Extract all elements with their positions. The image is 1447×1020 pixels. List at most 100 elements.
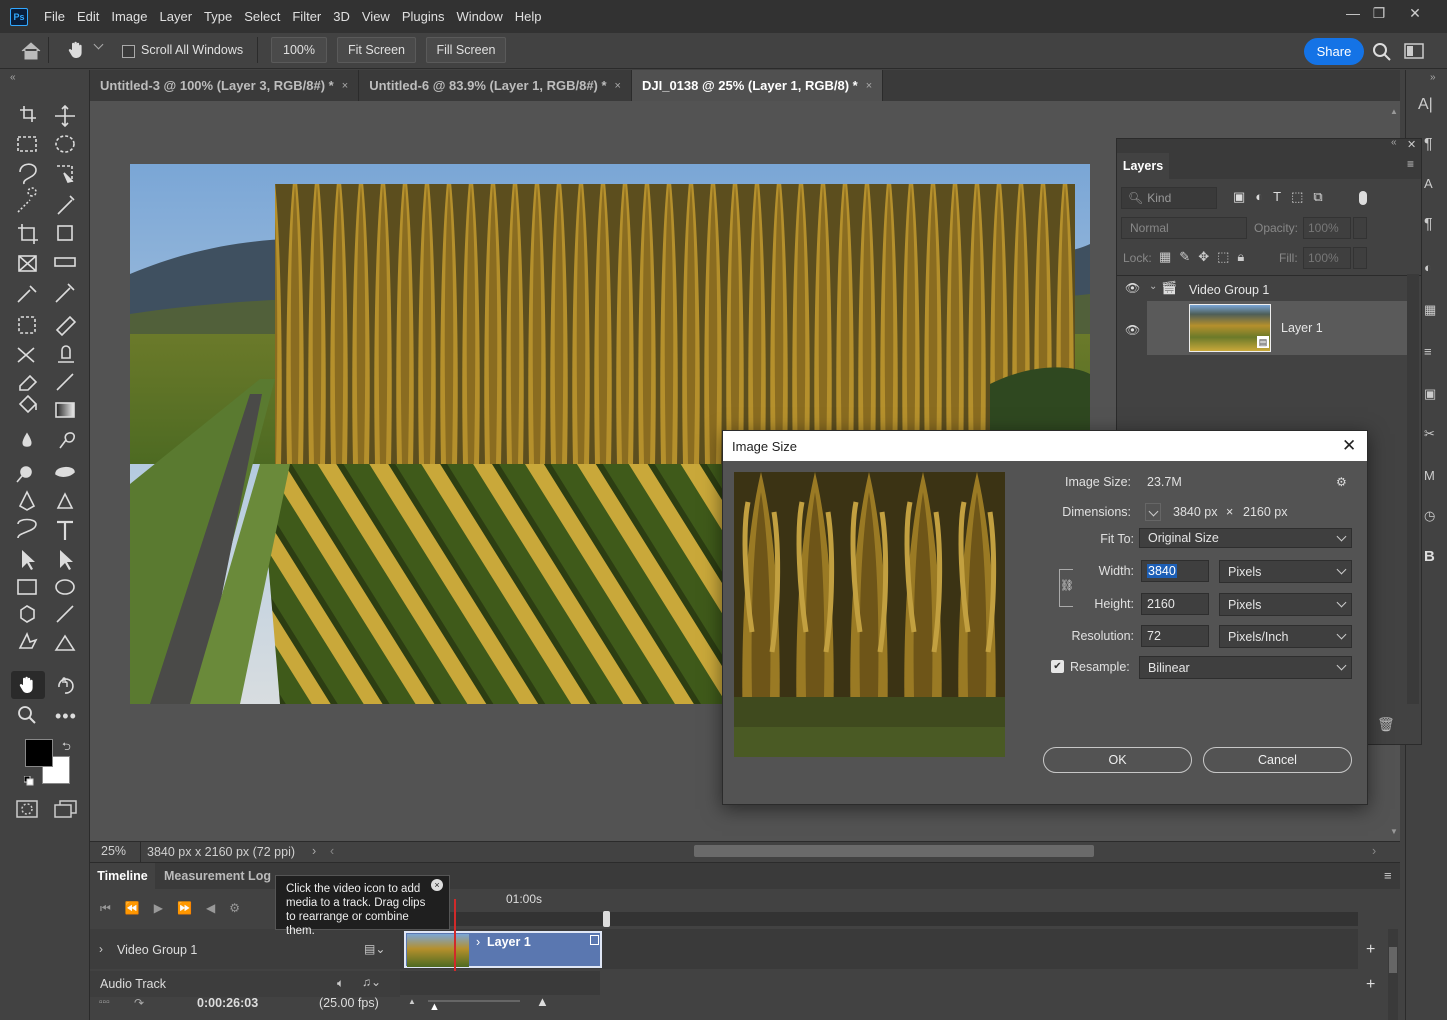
- restore-icon[interactable]: ❐: [1361, 0, 1397, 26]
- visibility-eye-icon[interactable]: 👁︎: [1125, 281, 1140, 295]
- time-ruler[interactable]: [453, 889, 1358, 911]
- menu-3d[interactable]: 3D: [327, 0, 356, 33]
- menu-select[interactable]: Select: [238, 0, 286, 33]
- close-dialog-icon[interactable]: ✕: [1342, 436, 1356, 456]
- paragraph-style-icon[interactable]: ¶: [1424, 216, 1433, 234]
- scroll-left-icon[interactable]: ‹: [330, 844, 334, 858]
- add-audio-icon[interactable]: +: [1366, 976, 1375, 994]
- resample-checkbox[interactable]: ✔: [1051, 660, 1064, 673]
- work-area-end-handle[interactable]: [603, 911, 610, 927]
- close-window-icon[interactable]: ✕: [1397, 0, 1433, 26]
- timeline-scrollbar[interactable]: [1388, 929, 1398, 1020]
- shape-filter-icon[interactable]: ⬚: [1291, 189, 1313, 204]
- settings-gear-icon[interactable]: ⚙: [1336, 475, 1347, 489]
- menu-plugins[interactable]: Plugins: [396, 0, 451, 33]
- filter-kind-select[interactable]: 🔍︎ Kind: [1121, 187, 1217, 209]
- tab-dji-0138[interactable]: DJI_0138 @ 25% (Layer 1, RGB/8) * ×: [631, 70, 884, 101]
- play-icon[interactable]: ▶: [154, 901, 177, 915]
- scroll-right-icon[interactable]: ›: [1372, 844, 1376, 858]
- hand-tool-icon[interactable]: [66, 40, 86, 63]
- height-input[interactable]: 2160: [1141, 593, 1209, 615]
- panel-menu-icon[interactable]: ≡: [1384, 868, 1392, 883]
- next-frame-icon[interactable]: ⏩: [177, 901, 206, 915]
- fit-screen-button[interactable]: Fit Screen: [337, 37, 416, 63]
- workspace-icon[interactable]: [1404, 43, 1424, 62]
- close-tab-icon[interactable]: ×: [866, 80, 872, 92]
- layers-panel-titlebar[interactable]: « ✕: [1117, 137, 1421, 153]
- resolution-input[interactable]: 72: [1141, 625, 1209, 647]
- film-strip-icon[interactable]: ▤⌄: [364, 942, 385, 956]
- tab-timeline[interactable]: Timeline: [90, 863, 155, 889]
- search-icon[interactable]: [1372, 42, 1392, 65]
- fill-dropdown[interactable]: [1353, 247, 1367, 269]
- tab-untitled-6[interactable]: Untitled-6 @ 83.9% (Layer 1, RGB/8#) * ×: [359, 70, 632, 101]
- layer-row-video-group[interactable]: 👁︎ ⌄ 🎬︎ Video Group 1: [1117, 277, 1407, 301]
- timeline-scroll-thumb[interactable]: [1389, 947, 1397, 973]
- opacity-field[interactable]: 100%: [1303, 217, 1351, 239]
- status-menu-icon[interactable]: ›: [312, 844, 316, 858]
- scroll-down-icon[interactable]: ▼: [1390, 827, 1398, 836]
- resolution-unit-select[interactable]: Pixels/Inch: [1219, 625, 1352, 648]
- add-media-icon[interactable]: +: [1366, 941, 1375, 959]
- panel-menu-icon[interactable]: ≡: [1407, 157, 1414, 171]
- fill-field[interactable]: 100%: [1303, 247, 1351, 269]
- dimensions-unit-dropdown[interactable]: [1145, 503, 1161, 521]
- resample-select[interactable]: Bilinear: [1139, 656, 1352, 679]
- default-colors-icon[interactable]: [23, 775, 34, 786]
- expand-track-icon[interactable]: ›: [99, 942, 103, 956]
- hand-tool-active-icon[interactable]: [11, 671, 45, 699]
- width-unit-select[interactable]: Pixels: [1219, 560, 1352, 583]
- horizontal-scrollbar-thumb[interactable]: [694, 845, 1094, 857]
- expand-panels-icon[interactable]: »: [1430, 72, 1436, 83]
- behance-icon[interactable]: B: [1424, 548, 1435, 565]
- screen-mode-icon[interactable]: [54, 800, 78, 821]
- zoom-slider-track[interactable]: [428, 1000, 520, 1002]
- zoom-100-button[interactable]: 100%: [271, 37, 327, 63]
- group-expand-chevron-icon[interactable]: ⌄: [1149, 281, 1157, 292]
- collapse-icon[interactable]: «: [10, 72, 16, 83]
- scroll-up-icon[interactable]: ▲: [1390, 107, 1398, 116]
- layer-row-layer-1[interactable]: ▤ Layer 1: [1147, 301, 1407, 355]
- music-note-icon[interactable]: ♫⌄: [362, 975, 381, 989]
- lock-pixels-icon[interactable]: ✎: [1179, 249, 1198, 264]
- zoom-out-icon[interactable]: ▲: [408, 997, 416, 1006]
- menu-file[interactable]: File: [38, 0, 71, 33]
- adjustment-filter-icon[interactable]: ◐: [1255, 189, 1273, 204]
- audio-track-area[interactable]: [400, 971, 600, 995]
- character-style-icon[interactable]: A: [1424, 176, 1433, 191]
- ok-button[interactable]: OK: [1043, 747, 1192, 773]
- first-frame-icon[interactable]: ⏮: [100, 901, 125, 915]
- tools-icon[interactable]: ✂: [1424, 426, 1435, 442]
- zoom-level[interactable]: 25%: [101, 844, 126, 858]
- libraries-icon[interactable]: ▣: [1424, 386, 1436, 402]
- layers-scrollbar[interactable]: [1407, 274, 1419, 704]
- zoom-in-icon[interactable]: ▲: [536, 994, 549, 1009]
- link-chain-icon[interactable]: ⛓︎: [1060, 579, 1074, 595]
- swap-colors-icon[interactable]: ⮌: [62, 738, 71, 757]
- menu-window[interactable]: Window: [450, 0, 508, 33]
- zoom-slider-handle[interactable]: ▲: [429, 1001, 440, 1013]
- menu-layer[interactable]: Layer: [154, 0, 199, 33]
- width-input[interactable]: 3840: [1141, 560, 1209, 582]
- convert-frame-icon[interactable]: ↷: [134, 996, 144, 1010]
- work-area-bar[interactable]: [400, 912, 1358, 926]
- scroll-all-windows-checkbox[interactable]: [122, 45, 135, 58]
- lock-position-icon[interactable]: ✥: [1198, 249, 1217, 264]
- chevron-down-icon[interactable]: [93, 39, 104, 50]
- foreground-color-swatch[interactable]: [25, 739, 53, 767]
- visibility-eye-icon[interactable]: 👁︎: [1125, 323, 1140, 337]
- fill-screen-button[interactable]: Fill Screen: [426, 37, 506, 63]
- close-tab-icon[interactable]: ×: [615, 80, 621, 92]
- adjustments-icon[interactable]: ◐: [1424, 260, 1432, 275]
- clip-transition-icon[interactable]: [590, 935, 599, 945]
- filter-toggle[interactable]: [1359, 191, 1367, 205]
- close-tab-icon[interactable]: ×: [342, 80, 348, 92]
- menu-view[interactable]: View: [356, 0, 396, 33]
- more-tools-icon[interactable]: •••: [55, 706, 77, 727]
- menu-image[interactable]: Image: [105, 0, 153, 33]
- document-info[interactable]: 3840 px x 2160 px (72 ppi): [147, 845, 295, 859]
- rotate-view-icon[interactable]: [55, 675, 75, 698]
- paragraph-icon[interactable]: ¶: [1424, 136, 1433, 154]
- menu-edit[interactable]: Edit: [71, 0, 105, 33]
- menu-help[interactable]: Help: [509, 0, 548, 33]
